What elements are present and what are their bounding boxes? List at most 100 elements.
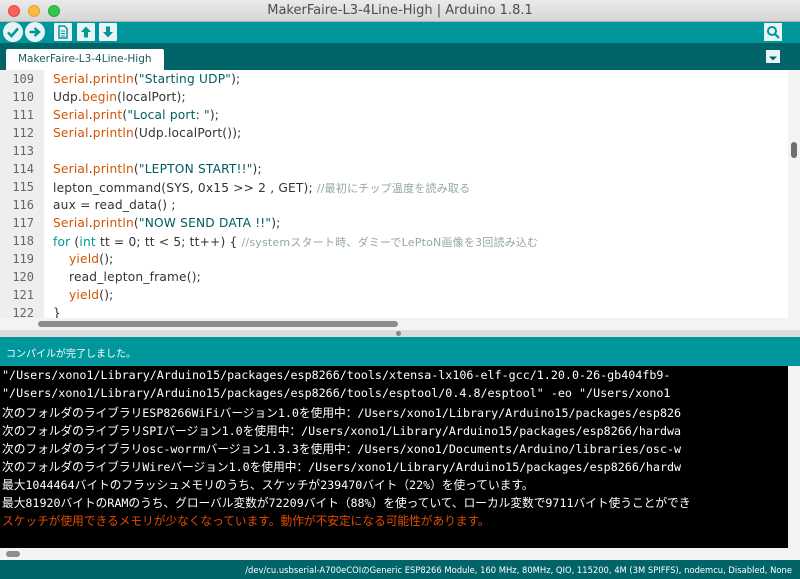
- console-line: 次のフォルダのライブラリESP8266WiFiバージョン1.0を使用中：/Use…: [2, 406, 682, 420]
- open-sketch-button[interactable]: [77, 23, 95, 41]
- line-number: 119: [12, 252, 34, 266]
- line-number: 116: [12, 198, 34, 212]
- chevron-down-icon: [769, 56, 777, 61]
- line-number: 121: [12, 288, 34, 302]
- serial-monitor-icon: [767, 26, 780, 39]
- drag-handle-icon: [396, 331, 401, 336]
- tab-menu-button[interactable]: [766, 50, 780, 63]
- code-token: for: [53, 235, 71, 249]
- console-line: 次のフォルダのライブラリWireバージョン1.0を使用中：/Users/xono…: [2, 460, 682, 474]
- code-token: ();: [99, 288, 114, 302]
- board-info-bar: /dev/cu.usbserial-A700eCOIのGeneric ESP82…: [0, 560, 800, 579]
- code-line: Udp.begin(localPort);: [53, 90, 186, 104]
- code-token: "LEPTON START!!": [138, 162, 253, 176]
- console-vertical-scrollbar[interactable]: [788, 366, 800, 548]
- scrollbar-thumb[interactable]: [6, 551, 20, 557]
- line-number: 110: [12, 90, 34, 104]
- code-token: "NOW SEND DATA !!": [138, 216, 272, 230]
- scrollbar-thumb[interactable]: [791, 142, 797, 158]
- status-bar: コンパイルが完了しました。: [0, 337, 800, 366]
- code-token: Serial: [53, 72, 89, 86]
- code-line: Serial.println(Udp.localPort());: [53, 126, 241, 140]
- tab-bar: MakerFaire-L3-4Line-High: [0, 43, 800, 70]
- code-token: println: [92, 216, 134, 230]
- code-line: aux = read_data() ;: [53, 198, 176, 212]
- code-comment: //systemスタート時、ダミーでLePtoN画像を3回読み込む: [241, 236, 539, 249]
- code-line: }: [53, 306, 61, 318]
- code-token: );: [231, 72, 241, 86]
- console-line: "/Users/xono1/Library/Arduino15/packages…: [2, 368, 671, 382]
- console-line: 次のフォルダのライブラリSPIバージョン1.0を使用中：/Users/xono1…: [2, 424, 682, 438]
- console-line: "/Users/xono1/Library/Arduino15/packages…: [2, 386, 671, 400]
- board-info: /dev/cu.usbserial-A700eCOIのGeneric ESP82…: [245, 565, 792, 575]
- code-token: Serial: [53, 108, 89, 122]
- new-sketch-button[interactable]: [54, 23, 72, 41]
- code-token: "Starting UDP": [138, 72, 232, 86]
- code-comment: //最初にチップ温度を読み取る: [316, 182, 471, 195]
- code-token: Serial: [53, 162, 89, 176]
- save-sketch-button[interactable]: [99, 23, 117, 41]
- window-title: MakerFaire-L3-4Line-High | Arduino 1.8.1: [267, 3, 533, 18]
- console-line: 最大81920バイトのRAMのうち、グローバル変数が72209バイト（88%）を…: [2, 496, 691, 510]
- code-token: );: [271, 216, 281, 230]
- console-horizontal-scrollbar[interactable]: [0, 548, 800, 560]
- verify-icon: [7, 27, 19, 38]
- console-output[interactable]: "/Users/xono1/Library/Arduino15/packages…: [0, 366, 788, 548]
- code-line: Serial.println("Starting UDP");: [53, 72, 240, 86]
- code-line: Serial.println("LEPTON START!!");: [53, 162, 262, 176]
- code-token: tt = 0; tt < 5; tt++) {: [95, 235, 242, 249]
- line-number: 113: [12, 144, 34, 158]
- code-token: Udp.: [53, 90, 83, 104]
- code-token: (Udp.localPort());: [133, 126, 242, 140]
- line-number: 118: [12, 234, 34, 248]
- line-number: 109: [12, 72, 34, 86]
- scrollbar-thumb[interactable]: [38, 321, 398, 327]
- serial-monitor-button[interactable]: [764, 23, 782, 41]
- console-line: 最大1044464バイトのフラッシュメモリのうち、スケッチが239470バイト（…: [2, 478, 534, 492]
- code-token: yield: [69, 288, 100, 302]
- editor-vertical-scrollbar[interactable]: [788, 70, 800, 318]
- status-message: コンパイルが完了しました。: [6, 349, 136, 360]
- code-line: lepton_command(SYS, 0x15 >> 2 , GET); //…: [53, 180, 470, 196]
- verify-button[interactable]: [3, 22, 23, 42]
- new-icon: [58, 25, 68, 39]
- line-number: 112: [12, 126, 34, 140]
- line-number-gutter: 109 110 111 112 113 114 115 116 117 118 …: [0, 70, 44, 318]
- console-warning-line: スケッチが使用できるメモリが少なくなっています。動作が不安定になる可能性がありま…: [2, 514, 490, 528]
- code-line: Serial.print("Local port: ");: [53, 108, 219, 122]
- code-token: Serial: [53, 216, 89, 230]
- line-number: 117: [12, 216, 34, 230]
- line-number: 114: [12, 162, 34, 176]
- code-token: print: [92, 108, 123, 122]
- line-number: 111: [12, 108, 34, 122]
- code-token: );: [252, 162, 262, 176]
- code-token: (localPort);: [117, 90, 186, 104]
- code-token: println: [92, 162, 134, 176]
- code-token: );: [209, 108, 220, 122]
- code-token: yield: [69, 252, 100, 266]
- code-line: read_lepton_frame();: [69, 270, 201, 284]
- tab-sketch[interactable]: MakerFaire-L3-4Line-High: [6, 49, 164, 70]
- console-line: 次のフォルダのライブラリosc-worrmバージョン1.3.3を使用中：/Use…: [2, 442, 682, 456]
- code-line: Serial.println("NOW SEND DATA !!");: [53, 216, 280, 230]
- upload-button[interactable]: [25, 22, 45, 42]
- code-token: begin: [82, 90, 118, 104]
- code-line: yield();: [69, 288, 113, 302]
- open-icon: [81, 26, 91, 38]
- save-icon: [103, 26, 113, 38]
- code-token: lepton_command(SYS, 0x15 >> 2 , GET);: [53, 181, 317, 195]
- code-token: int: [79, 235, 96, 249]
- line-number: 122: [12, 306, 34, 318]
- code-token: Serial: [53, 126, 89, 140]
- split-pane-divider[interactable]: [0, 330, 800, 337]
- code-token: println: [92, 126, 134, 140]
- code-editor[interactable]: 109 110 111 112 113 114 115 116 117 118 …: [0, 70, 788, 318]
- code-token: ();: [99, 252, 114, 266]
- code-token: "Local port: ": [127, 108, 210, 122]
- code-line: for (int tt = 0; tt < 5; tt++) { //syste…: [53, 234, 538, 250]
- upload-icon: [29, 27, 41, 37]
- line-number: 115: [12, 180, 34, 194]
- editor-horizontal-scrollbar[interactable]: [0, 318, 800, 330]
- code-line: yield();: [69, 252, 113, 266]
- line-number: 120: [12, 270, 34, 284]
